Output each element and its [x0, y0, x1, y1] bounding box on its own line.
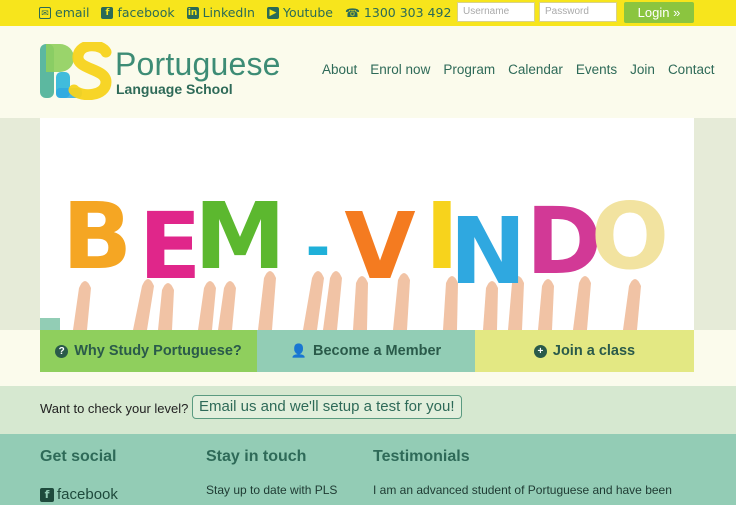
level-question: Want to check your level? [40, 401, 189, 416]
hero-letter-4: V [344, 193, 415, 300]
youtube-link-label: Youtube [282, 5, 333, 20]
nav-join[interactable]: Join [630, 62, 655, 77]
hero-letter-0: B [62, 183, 132, 290]
youtube-link[interactable]: ▶ Youtube [266, 5, 333, 20]
password-input[interactable]: Password [539, 2, 617, 22]
bem-vindo-image: B EM - V IN DO [40, 118, 694, 330]
feature-buttons: ? Why Study Portuguese? 👤 Become a Membe… [40, 330, 694, 372]
get-social-heading: Get social [40, 448, 117, 465]
phone-icon: ☎ [344, 5, 360, 20]
nav-program[interactable]: Program [443, 62, 495, 77]
footer: Get social Stay in touch Testimonials f … [0, 434, 736, 505]
facebook-icon: f [101, 6, 114, 19]
join-class-button[interactable]: + Join a class [475, 330, 694, 372]
become-member-label: Become a Member [313, 343, 442, 359]
top-links: ✉ email f facebook in LinkedIn ▶ Youtube… [39, 5, 451, 20]
email-link-label: email [55, 5, 90, 20]
hero-letter-1: E [139, 193, 202, 300]
why-study-label: Why Study Portuguese? [74, 343, 242, 359]
email-test-button[interactable]: Email us and we'll setup a test for you! [192, 395, 462, 419]
nav-calendar[interactable]: Calendar [508, 62, 563, 77]
phone-link[interactable]: ☎ 1300 303 492 [345, 5, 451, 20]
main-nav: About Enrol now Program Calendar Events … [322, 62, 714, 77]
facebook-link-label: facebook [117, 5, 175, 20]
testimonial-text: I am an advanced student of Portuguese a… [373, 483, 672, 497]
nav-enrol-now[interactable]: Enrol now [370, 62, 430, 77]
footer-facebook-link[interactable]: f facebook [40, 486, 118, 503]
plus-circle-icon: + [533, 344, 547, 358]
question-circle-icon: ? [55, 344, 69, 358]
linkedin-link[interactable]: in LinkedIn [186, 5, 255, 20]
logo-title[interactable]: Portuguese [115, 46, 281, 83]
linkedin-link-label: LinkedIn [202, 5, 255, 20]
username-input[interactable]: Username [457, 2, 535, 22]
hero-letter-6: N [450, 198, 527, 305]
footer-facebook-label: facebook [57, 486, 118, 503]
mail-icon: ✉ [39, 6, 51, 19]
testimonials-heading: Testimonials [373, 448, 470, 465]
top-bar: ✉ email f facebook in LinkedIn ▶ Youtube… [0, 0, 736, 26]
hero-corner-strip [40, 318, 60, 330]
login-button[interactable]: Login » [624, 2, 694, 23]
stay-in-touch-heading: Stay in touch [206, 448, 307, 465]
email-link[interactable]: ✉ email [39, 5, 89, 20]
logo-subtitle: Language School [116, 81, 233, 97]
become-member-button[interactable]: 👤 Become a Member [257, 330, 475, 372]
level-check-band: Want to check your level? Email us and w… [0, 386, 736, 434]
nav-contact[interactable]: Contact [668, 62, 715, 77]
site-header: Portuguese Language School About Enrol n… [0, 26, 736, 118]
hero-banner: BEM-VINDO [40, 118, 694, 330]
pls-logo-icon[interactable] [40, 42, 112, 100]
nav-about[interactable]: About [322, 62, 357, 77]
facebook-link[interactable]: f facebook [101, 5, 175, 20]
youtube-icon: ▶ [266, 6, 279, 19]
join-class-label: Join a class [552, 343, 636, 359]
nav-events[interactable]: Events [576, 62, 617, 77]
stay-in-touch-text: Stay up to date with PLS [206, 483, 338, 497]
linkedin-icon: in [186, 6, 199, 19]
hero-letter-2: M [194, 183, 286, 290]
why-study-button[interactable]: ? Why Study Portuguese? [40, 330, 257, 372]
hero-letter-8: O [591, 183, 669, 290]
user-icon: 👤 [290, 343, 308, 358]
hero-letter-3: - [306, 213, 331, 283]
facebook-icon: f [40, 487, 54, 502]
phone-number: 1300 303 492 [363, 5, 452, 20]
